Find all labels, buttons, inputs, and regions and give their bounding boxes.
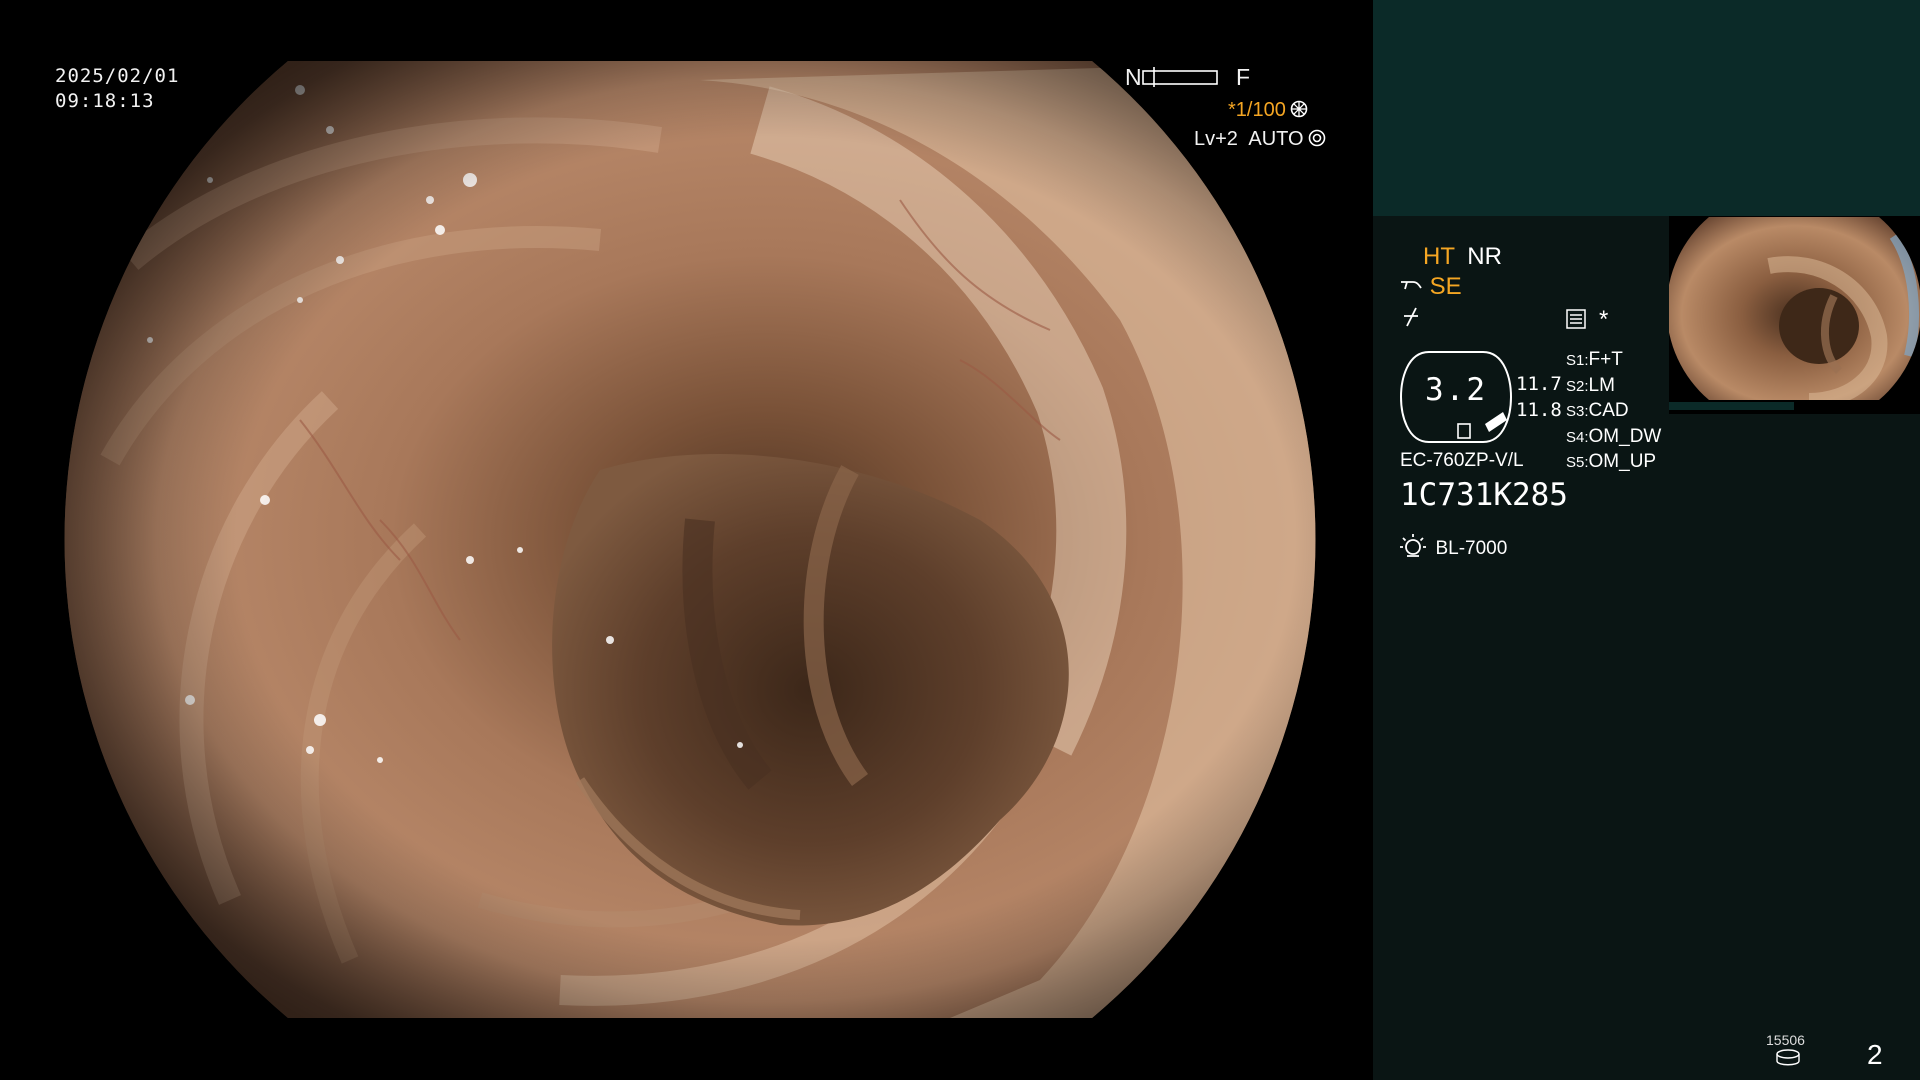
panel-header-block — [1373, 0, 1920, 216]
disk-icon — [1776, 1049, 1800, 1066]
se-status: SE — [1399, 273, 1462, 301]
page-number: 2 — [1867, 1039, 1883, 1070]
preset-value: F+T — [1588, 349, 1623, 370]
value-lower: 11.8 — [1516, 399, 1562, 421]
scope-model: EC-760ZP-V/L — [1400, 450, 1524, 471]
scope-tip-icon — [1401, 281, 1422, 290]
focus-near-label: N — [1125, 64, 1142, 90]
capture-thumbnail[interactable] — [1669, 216, 1920, 414]
zoom-display: 3.2 — [1399, 350, 1513, 444]
ht-label: HT — [1423, 243, 1455, 270]
light-source-label: BL-7000 — [1435, 538, 1508, 559]
value-upper: 11.7 — [1516, 373, 1562, 395]
focus-far-label: F — [1236, 64, 1251, 90]
preset-list: S1:F+T S2:LM S3:CAD S4:OM_DW S5:OM_UP — [1566, 349, 1661, 477]
exam-date: 2025/02/01 — [55, 65, 180, 87]
enhance-indicator: Lv+2 AUTO — [1194, 128, 1326, 151]
endoscope-view: 2025/02/01 09:18:13 N F *1/100 Lv+2 AUTO — [0, 0, 1372, 1080]
preset-key: S3 — [1566, 403, 1585, 420]
shutter-indicator: *1/100 — [1228, 99, 1308, 122]
storage-count: 15506 — [1766, 1032, 1805, 1048]
preset-key: S5 — [1566, 454, 1585, 471]
preset-row: S2:LM — [1566, 374, 1615, 396]
preset-row: S3:CAD — [1566, 400, 1629, 421]
preset-key: S1 — [1566, 352, 1585, 369]
enhance-level: Lv+2 — [1194, 128, 1238, 150]
iris-mode: AUTO — [1248, 128, 1304, 150]
ht-nr-status: HT NR — [1423, 243, 1502, 271]
preset-row: S1:F+T — [1566, 349, 1623, 370]
preset-row: S4:OM_DW — [1566, 425, 1662, 447]
preset-value: CAD — [1588, 400, 1629, 421]
nr-label: NR — [1467, 243, 1502, 270]
iris-icon — [1308, 129, 1326, 147]
preset-row: S5:OM_UP — [1566, 451, 1657, 472]
lamp-icon — [1400, 534, 1426, 557]
recorder-star: * — [1599, 306, 1609, 333]
preset-value: OM_UP — [1588, 451, 1657, 472]
light-source: BL-7000 — [1399, 532, 1507, 560]
recorder-icon — [1566, 309, 1586, 329]
shutter-speed: *1/100 — [1228, 99, 1286, 121]
gear-icon — [1290, 100, 1308, 118]
exam-time: 09:18:13 — [55, 90, 155, 112]
endoscopic-image — [64, 61, 1316, 1018]
zoom-value: 3.2 — [1425, 372, 1487, 408]
preset-value: OM_DW — [1588, 425, 1662, 447]
focus-bar — [1142, 67, 1218, 87]
edge-icon — [1404, 307, 1418, 327]
preset-key: S4 — [1566, 428, 1585, 446]
info-panel: HT NR SE * 3.2 11.7 11.8 S1:F+T S2:LM S3… — [1373, 0, 1920, 1080]
preset-key: S2 — [1566, 377, 1585, 395]
se-label: SE — [1429, 273, 1462, 300]
scope-serial: 1C731K285 — [1400, 477, 1568, 513]
preset-value: LM — [1588, 374, 1615, 396]
